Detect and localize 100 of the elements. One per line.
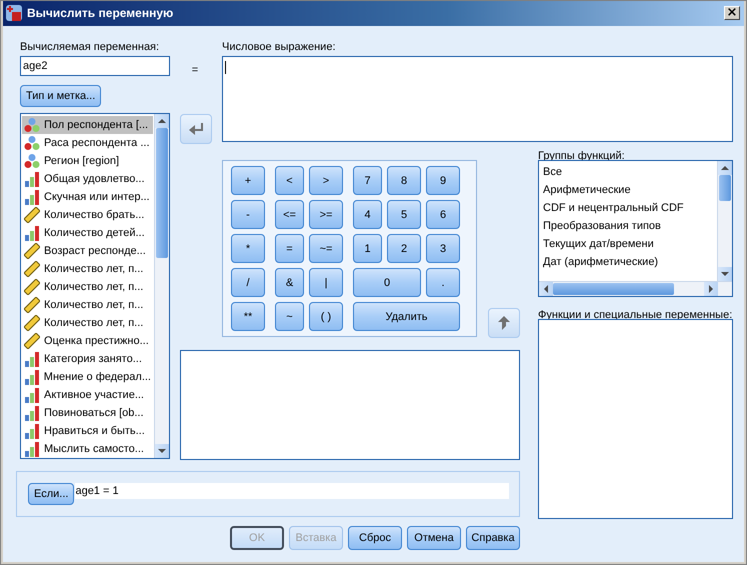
function-group-item[interactable]: CDF и нецентральный CDF bbox=[540, 199, 716, 217]
keypad-key[interactable]: 8 bbox=[387, 166, 421, 195]
scroll-right-button[interactable] bbox=[704, 282, 718, 296]
keypad-key[interactable]: >= bbox=[309, 200, 343, 229]
keypad-key[interactable]: > bbox=[309, 166, 343, 195]
window-title: Вычислить переменную bbox=[27, 6, 174, 20]
keypad-key[interactable]: 4 bbox=[353, 200, 382, 229]
function-groups-label: Группы функций: bbox=[538, 150, 626, 162]
function-group-item[interactable]: Преобразования типов bbox=[540, 217, 716, 235]
variable-item[interactable]: Мыслить самосто... bbox=[22, 440, 153, 458]
scrollbar-thumb[interactable] bbox=[156, 128, 168, 258]
keypad-key[interactable]: 2 bbox=[387, 234, 421, 263]
variable-item[interactable]: Категория занято... bbox=[22, 350, 153, 368]
variable-item[interactable]: Количество лет, п... bbox=[22, 296, 153, 314]
ordinal-icon bbox=[24, 171, 40, 187]
variable-item[interactable]: Нравиться и быть... bbox=[22, 422, 153, 440]
function-group-item[interactable]: Дат (арифметические) bbox=[540, 253, 716, 271]
keypad-key[interactable]: * bbox=[231, 234, 265, 263]
scroll-up-button[interactable] bbox=[155, 114, 169, 128]
move-to-expression-button[interactable] bbox=[180, 114, 212, 144]
keypad-key[interactable]: 6 bbox=[426, 200, 460, 229]
variable-item[interactable]: Количество брать... bbox=[22, 206, 153, 224]
scroll-up-button[interactable] bbox=[718, 161, 732, 175]
keypad-key[interactable]: - bbox=[231, 200, 265, 229]
expression-label: Числовое выражение: bbox=[222, 40, 337, 52]
function-group-item[interactable]: Все bbox=[540, 163, 716, 181]
keypad-key[interactable]: ~ bbox=[275, 302, 304, 331]
scrollbar-thumb[interactable] bbox=[719, 175, 731, 201]
variable-item[interactable]: Раса респондента ... bbox=[22, 134, 153, 152]
scrollbar-thumb[interactable] bbox=[553, 283, 674, 295]
dialog-button[interactable]: Отмена bbox=[407, 526, 461, 550]
variable-item[interactable]: Пол респондента [... bbox=[22, 116, 153, 134]
dialog-button[interactable]: Справка bbox=[466, 526, 520, 550]
variable-item[interactable]: Количество лет, п... bbox=[22, 278, 153, 296]
nominal-icon bbox=[24, 135, 40, 151]
ruler-icon bbox=[24, 333, 40, 349]
close-button[interactable]: × bbox=[724, 6, 740, 20]
keypad-key[interactable]: Удалить bbox=[353, 302, 460, 331]
ordinal-icon bbox=[24, 387, 40, 403]
target-variable-field[interactable]: age2 bbox=[20, 56, 170, 76]
if-button[interactable]: Если... bbox=[28, 483, 74, 505]
keypad-key[interactable]: . bbox=[426, 268, 460, 297]
scroll-down-icon[interactable] bbox=[721, 271, 729, 277]
variable-item[interactable]: Активное участие... bbox=[22, 386, 153, 404]
text-cursor bbox=[225, 61, 226, 74]
functions-label: Функции и специальные переменные: bbox=[538, 309, 733, 321]
variable-item[interactable]: Скучная или интер... bbox=[22, 188, 153, 206]
variable-item[interactable]: Количество лет, п... bbox=[22, 314, 153, 332]
ordinal-icon bbox=[24, 369, 40, 385]
keypad-key[interactable]: = bbox=[275, 234, 304, 263]
type-label-button[interactable]: Тип и метка... bbox=[20, 85, 102, 107]
return-arrow-icon bbox=[189, 123, 203, 135]
keypad-key[interactable]: 9 bbox=[426, 166, 460, 195]
keypad-key[interactable]: 7 bbox=[353, 166, 382, 195]
keypad-key[interactable]: 5 bbox=[387, 200, 421, 229]
keypad-key[interactable]: <= bbox=[275, 200, 304, 229]
keypad-key[interactable]: ~= bbox=[309, 234, 343, 263]
ordinal-icon bbox=[24, 405, 40, 421]
expression-field[interactable] bbox=[222, 56, 733, 142]
variable-item[interactable]: Возраст респонде... bbox=[22, 242, 153, 260]
scroll-down-icon[interactable] bbox=[158, 448, 166, 454]
scroll-up-icon[interactable] bbox=[721, 165, 729, 171]
scroll-left-button[interactable] bbox=[539, 282, 553, 296]
ordinal-icon bbox=[24, 189, 40, 205]
dialog-button[interactable]: Сброс bbox=[348, 526, 402, 550]
scroll-down-button[interactable] bbox=[718, 267, 732, 281]
ruler-icon bbox=[24, 207, 40, 223]
keypad-key[interactable]: < bbox=[275, 166, 304, 195]
horizontal-scrollbar[interactable] bbox=[539, 281, 732, 296]
ruler-icon bbox=[24, 261, 40, 277]
variable-item[interactable]: Регион [region] bbox=[22, 152, 153, 170]
variable-item[interactable]: Количество детей... bbox=[22, 224, 153, 242]
scroll-right-icon[interactable] bbox=[708, 285, 714, 293]
keypad-key[interactable]: 1 bbox=[353, 234, 382, 263]
keypad-key[interactable]: + bbox=[231, 166, 265, 195]
scroll-left-icon[interactable] bbox=[543, 285, 549, 293]
variable-item[interactable]: Общая удовлетво... bbox=[22, 170, 153, 188]
variable-item[interactable]: Оценка престижно... bbox=[22, 332, 153, 350]
scroll-down-button[interactable] bbox=[155, 444, 169, 458]
equals-sign: = bbox=[192, 64, 198, 76]
keypad-key[interactable]: | bbox=[309, 268, 343, 297]
keypad-key[interactable]: ** bbox=[231, 302, 265, 331]
function-group-item[interactable]: Текущих дат/времени bbox=[540, 235, 716, 253]
vertical-scrollbar[interactable] bbox=[717, 161, 732, 281]
keypad-key[interactable]: ( ) bbox=[309, 302, 343, 331]
vertical-scrollbar[interactable] bbox=[154, 114, 169, 458]
move-up-button[interactable] bbox=[488, 308, 520, 338]
variable-item[interactable]: Повиноваться [ob... bbox=[22, 404, 153, 422]
variable-item[interactable]: Количество лет, п... bbox=[22, 260, 153, 278]
keypad-key[interactable]: 0 bbox=[353, 268, 421, 297]
keypad-key[interactable]: / bbox=[231, 268, 265, 297]
calculator-icon bbox=[5, 4, 23, 22]
variable-item[interactable]: Мнение о федерал... bbox=[22, 368, 153, 386]
keypad-key[interactable]: & bbox=[275, 268, 304, 297]
ordinal-icon bbox=[24, 441, 40, 457]
keypad-key[interactable]: 3 bbox=[426, 234, 460, 263]
up-arrow-icon bbox=[498, 316, 510, 330]
scroll-up-icon[interactable] bbox=[158, 118, 166, 124]
ordinal-icon bbox=[24, 423, 40, 439]
function-group-item[interactable]: Арифметические bbox=[540, 181, 716, 199]
